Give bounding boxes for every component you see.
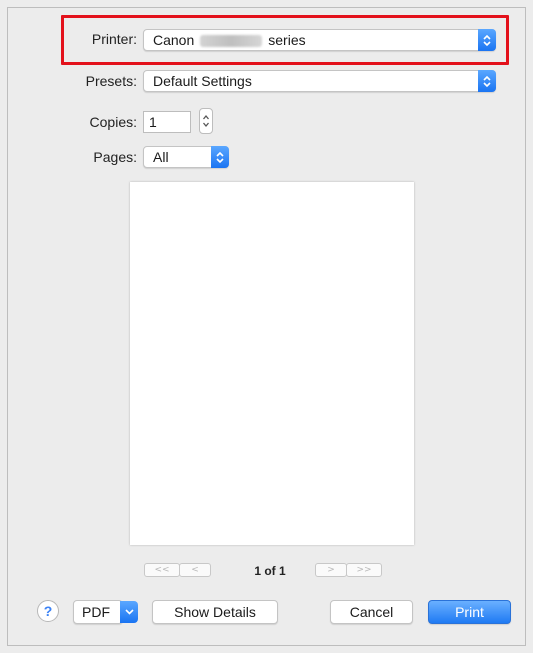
next-nav-group: > >> xyxy=(315,563,382,577)
pdf-menu-chevron-down-icon[interactable] xyxy=(120,601,138,623)
printer-name-prefix: Canon xyxy=(153,32,195,48)
pages-value: All xyxy=(153,149,169,165)
chevron-updown-icon xyxy=(478,70,496,92)
stepper-arrows-icon xyxy=(203,114,209,128)
copies-stepper[interactable] xyxy=(199,108,213,134)
printer-label: Printer: xyxy=(91,31,137,47)
printer-name-suffix: series xyxy=(268,32,306,48)
last-page-button[interactable]: >> xyxy=(346,563,382,577)
chevron-updown-icon xyxy=(478,29,496,51)
help-button[interactable]: ? xyxy=(37,600,59,622)
redacted-model xyxy=(200,35,263,48)
pages-label: Pages: xyxy=(93,149,137,165)
show-details-button[interactable]: Show Details xyxy=(152,600,278,624)
presets-value: Default Settings xyxy=(153,73,252,89)
pages-select[interactable]: All xyxy=(143,146,229,168)
print-button[interactable]: Print xyxy=(428,600,511,624)
pdf-label: PDF xyxy=(82,604,110,620)
printer-select[interactable]: Canon series xyxy=(143,29,496,51)
page-count: 1 of 1 xyxy=(254,564,286,578)
copies-field[interactable]: 1 xyxy=(143,111,191,133)
prev-nav-group: << < xyxy=(144,563,211,577)
chevron-updown-icon xyxy=(211,146,229,168)
pdf-button[interactable]: PDF xyxy=(73,600,123,624)
previous-page-button[interactable]: < xyxy=(179,563,211,577)
next-page-button[interactable]: > xyxy=(315,563,347,577)
first-page-button[interactable]: << xyxy=(144,563,180,577)
copies-label: Copies: xyxy=(89,114,137,130)
cancel-button[interactable]: Cancel xyxy=(330,600,413,624)
presets-label: Presets: xyxy=(85,73,137,89)
presets-select[interactable]: Default Settings xyxy=(143,70,496,92)
page-preview xyxy=(130,182,414,545)
